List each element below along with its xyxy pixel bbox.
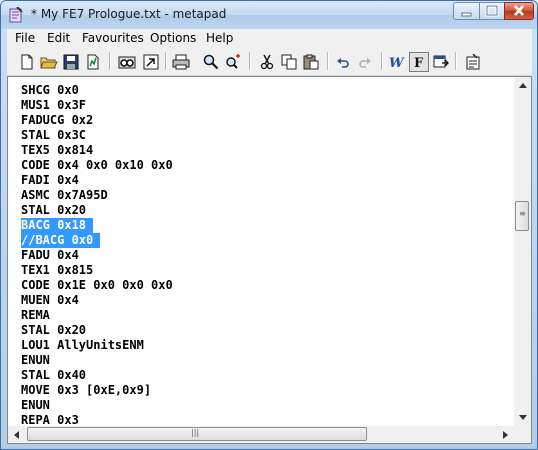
text-line[interactable]: STAL 0x20 xyxy=(21,323,86,338)
title-bar[interactable]: * My FE7 Prologue.txt - metapad xyxy=(1,1,537,29)
toolbar-separator xyxy=(165,52,167,70)
window-title: * My FE7 Prologue.txt - metapad xyxy=(31,7,227,21)
open-folder-icon[interactable] xyxy=(39,52,59,72)
menu-favourites[interactable]: Favourites xyxy=(82,31,144,45)
text-line[interactable]: REPA 0x3 xyxy=(21,413,79,426)
vertical-scroll-thumb[interactable]: ≡ xyxy=(515,201,529,231)
print-icon[interactable] xyxy=(171,52,191,72)
text-line[interactable]: ENUN xyxy=(21,398,50,413)
word-wrap-icon[interactable]: W xyxy=(387,52,407,72)
metapad-app-icon xyxy=(9,6,23,23)
text-line[interactable]: STAL 0x20 xyxy=(21,203,86,218)
text-line[interactable]: FADI 0x4 xyxy=(21,173,79,188)
find-icon[interactable] xyxy=(201,52,221,72)
selected-text-line[interactable]: //BACG 0x0 xyxy=(21,233,101,248)
toolbar-separator xyxy=(109,52,111,70)
minimize-button[interactable] xyxy=(453,2,480,20)
scroll-up-arrow-icon[interactable] xyxy=(514,77,531,94)
always-on-top-icon[interactable] xyxy=(431,52,451,72)
toolbar-separator xyxy=(381,52,383,70)
cut-icon[interactable] xyxy=(257,52,277,72)
close-button[interactable] xyxy=(504,2,534,20)
text-line[interactable]: TEX1 0x815 xyxy=(21,263,93,278)
text-line[interactable]: SHCG 0x0 xyxy=(21,83,79,98)
paste-icon[interactable] xyxy=(301,52,321,72)
text-line[interactable]: TEX5 0x814 xyxy=(21,143,93,158)
svg-text:F: F xyxy=(414,56,424,69)
save-icon[interactable] xyxy=(61,52,81,72)
print-preview-icon[interactable] xyxy=(117,52,137,72)
scroll-down-arrow-icon[interactable] xyxy=(514,409,531,426)
horizontal-scrollbar[interactable]: ||| xyxy=(8,426,514,443)
font-toggle-icon[interactable]: F xyxy=(409,52,429,72)
replace-icon[interactable] xyxy=(223,52,243,72)
redo-icon[interactable] xyxy=(355,52,375,72)
copy-icon[interactable] xyxy=(279,52,299,72)
menu-bar: File Edit Favourites Options Help xyxy=(7,29,532,48)
toolbar: W F xyxy=(7,48,532,76)
menu-help[interactable]: Help xyxy=(206,31,233,45)
text-line[interactable]: ENUN xyxy=(21,353,50,368)
menu-options[interactable]: Options xyxy=(150,31,196,45)
text-area[interactable]: SHCG 0x0 MUS1 0x3F FADUCG 0x2 STAL 0x3C TEX5… xyxy=(8,77,514,426)
text-line[interactable]: ASMC 0x7A95D xyxy=(21,188,108,203)
text-line[interactable]: FADUCG 0x2 xyxy=(21,113,93,128)
text-line[interactable]: MOVE 0x3 [0xE,0x9] xyxy=(21,383,151,398)
app-window: * My FE7 Prologue.txt - metapad File Edi… xyxy=(0,0,538,450)
text-editor[interactable]: SHCG 0x0 MUS1 0x3F FADUCG 0x2 STAL 0x3C TEX5… xyxy=(7,76,532,444)
text-line[interactable]: REMA xyxy=(21,308,50,323)
selected-text-line[interactable]: BACG 0x18 xyxy=(21,218,94,233)
undo-icon[interactable] xyxy=(333,52,353,72)
toolbar-separator xyxy=(455,52,457,70)
text-line[interactable]: LOU1 AllyUnitsENM xyxy=(21,338,144,353)
horizontal-scroll-thumb[interactable]: ||| xyxy=(27,427,367,441)
menu-file[interactable]: File xyxy=(15,31,35,45)
scrollbar-corner xyxy=(514,426,531,443)
toolbar-separator xyxy=(327,52,329,70)
vertical-scrollbar[interactable]: ≡ xyxy=(514,77,531,426)
scroll-right-arrow-icon[interactable] xyxy=(497,426,514,443)
text-line[interactable]: STAL 0x3C xyxy=(21,128,86,143)
text-line[interactable]: CODE 0x1E 0x0 0x0 0x0 xyxy=(21,278,173,293)
text-line[interactable]: MUS1 0x3F xyxy=(21,98,86,113)
text-line[interactable]: STAL 0x40 xyxy=(21,368,86,383)
launch-viewer-icon[interactable] xyxy=(141,52,161,72)
scroll-left-arrow-icon[interactable] xyxy=(8,426,25,443)
svg-text:W: W xyxy=(389,56,405,69)
menu-edit[interactable]: Edit xyxy=(47,31,70,45)
text-line[interactable]: FADU 0x4 xyxy=(21,248,79,263)
maximize-button[interactable] xyxy=(479,2,505,20)
settings-icon[interactable] xyxy=(463,52,483,72)
new-file-icon[interactable] xyxy=(17,52,37,72)
toolbar-separator xyxy=(249,52,251,70)
save-as-icon[interactable] xyxy=(83,52,103,72)
text-line[interactable]: CODE 0x4 0x0 0x10 0x0 xyxy=(21,158,173,173)
text-line[interactable]: MUEN 0x4 xyxy=(21,293,79,308)
